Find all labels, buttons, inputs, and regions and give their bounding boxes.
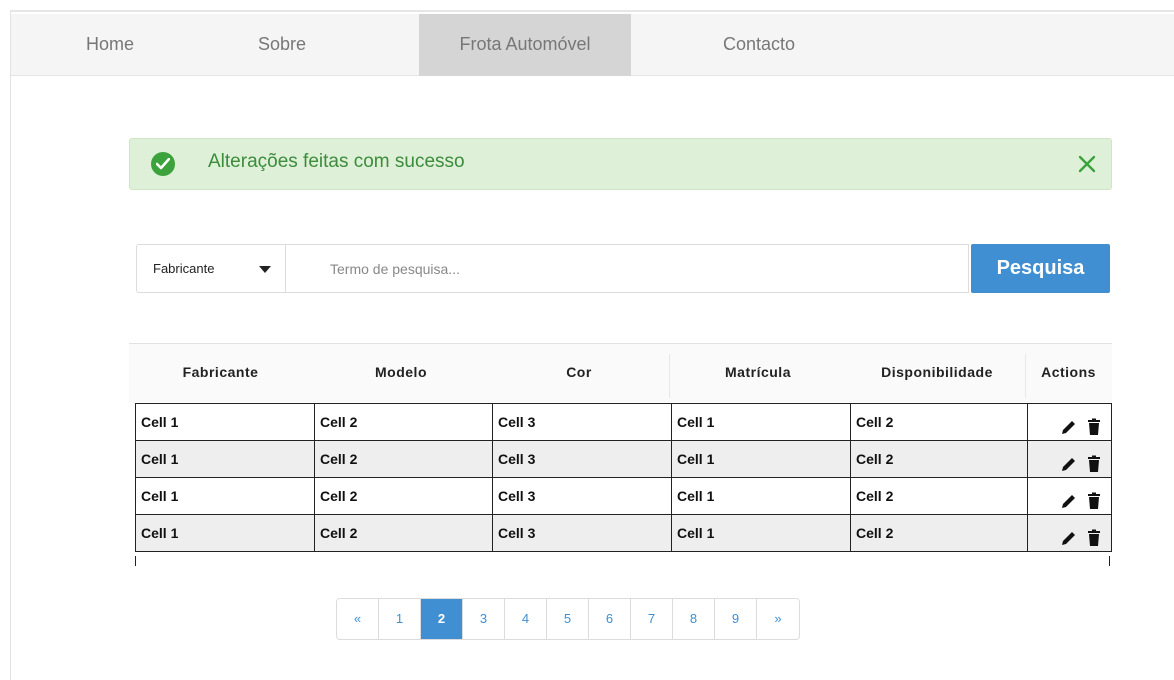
- table-row: Cell 1 Cell 2 Cell 3 Cell 1 Cell 2: [135, 440, 1112, 478]
- page-link[interactable]: 3: [463, 599, 505, 639]
- page-link[interactable]: 6: [589, 599, 631, 639]
- edit-icon[interactable]: [1060, 413, 1078, 434]
- table-cell: Cell 3: [492, 477, 672, 515]
- column-header: Actions: [1041, 364, 1096, 380]
- table-cell: Cell 2: [850, 403, 1028, 441]
- caret-down-icon: [259, 266, 271, 273]
- table-row: Cell 1 Cell 2 Cell 3 Cell 1 Cell 2: [135, 477, 1112, 515]
- table-cell: Cell 1: [671, 477, 851, 515]
- pagination-prev[interactable]: «: [337, 599, 379, 639]
- table-cell: Cell 1: [135, 403, 315, 441]
- column-header: Cor: [566, 364, 592, 380]
- column-header: Disponibilidade: [881, 364, 993, 380]
- column-header: Matrícula: [725, 364, 791, 380]
- table-cell: Cell 1: [671, 514, 851, 552]
- pagination-next[interactable]: »: [757, 599, 799, 639]
- delete-icon[interactable]: [1085, 524, 1103, 546]
- nav-contacto[interactable]: Contacto: [694, 14, 824, 76]
- table-cell: Cell 2: [314, 403, 493, 441]
- table-cell: Cell 1: [135, 514, 315, 552]
- page-link-active[interactable]: 2: [421, 599, 463, 639]
- edit-icon[interactable]: [1060, 487, 1078, 508]
- table-row: Cell 1 Cell 2 Cell 3 Cell 1 Cell 2: [135, 403, 1112, 441]
- row-actions: [1027, 477, 1112, 515]
- table-cell: Cell 1: [135, 440, 315, 478]
- edit-icon[interactable]: [1060, 450, 1078, 471]
- alert-message: Alterações feitas com sucesso: [208, 151, 465, 172]
- delete-icon[interactable]: [1085, 450, 1103, 472]
- table-cell: Cell 2: [314, 440, 493, 478]
- column-header: Fabricante: [182, 364, 259, 380]
- edit-icon[interactable]: [1060, 524, 1078, 545]
- navbar: Home Sobre Frota Automóvel Contacto: [11, 14, 1174, 76]
- row-actions: [1027, 514, 1112, 552]
- nav-frota-automovel[interactable]: Frota Automóvel: [419, 14, 631, 76]
- table-cell: Cell 3: [492, 440, 672, 478]
- table-border: [1109, 556, 1110, 566]
- results-table: Fabricante Modelo Cor Matrícula Disponib…: [129, 343, 1112, 566]
- page-link[interactable]: 7: [631, 599, 673, 639]
- table-cell: Cell 2: [850, 514, 1028, 552]
- search-field-value: Fabricante: [153, 261, 215, 276]
- table-cell: Cell 2: [314, 477, 493, 515]
- column-header: Modelo: [375, 364, 427, 380]
- page-link[interactable]: 8: [673, 599, 715, 639]
- page-link[interactable]: 1: [379, 599, 421, 639]
- nav-sobre[interactable]: Sobre: [239, 14, 325, 76]
- table-cell: Cell 3: [492, 403, 672, 441]
- row-actions: [1027, 403, 1112, 441]
- table-border: [135, 556, 136, 566]
- search-button[interactable]: Pesquisa: [971, 244, 1110, 293]
- table-cell: Cell 3: [492, 514, 672, 552]
- table-cell: Cell 1: [671, 403, 851, 441]
- page-link[interactable]: 9: [715, 599, 757, 639]
- success-alert: Alterações feitas com sucesso: [129, 138, 1112, 190]
- page-link[interactable]: 4: [505, 599, 547, 639]
- table-cell: Cell 2: [850, 440, 1028, 478]
- table-cell: Cell 2: [850, 477, 1028, 515]
- table-cell: Cell 1: [135, 477, 315, 515]
- row-actions: [1027, 440, 1112, 478]
- search-input[interactable]: [286, 244, 969, 293]
- table-cell: Cell 1: [671, 440, 851, 478]
- search-field-select[interactable]: Fabricante: [136, 244, 286, 293]
- nav-home[interactable]: Home: [67, 14, 153, 76]
- pagination: « 1 2 3 4 5 6 7 8 9 »: [336, 598, 800, 640]
- page-link[interactable]: 5: [547, 599, 589, 639]
- check-circle-icon: [151, 152, 175, 176]
- table-row: Cell 1 Cell 2 Cell 3 Cell 1 Cell 2: [135, 514, 1112, 552]
- delete-icon[interactable]: [1085, 413, 1103, 435]
- table-header: Fabricante Modelo Cor Matrícula Disponib…: [129, 344, 1112, 402]
- table-cell: Cell 2: [314, 514, 493, 552]
- delete-icon[interactable]: [1085, 487, 1103, 509]
- close-icon[interactable]: [1075, 152, 1099, 176]
